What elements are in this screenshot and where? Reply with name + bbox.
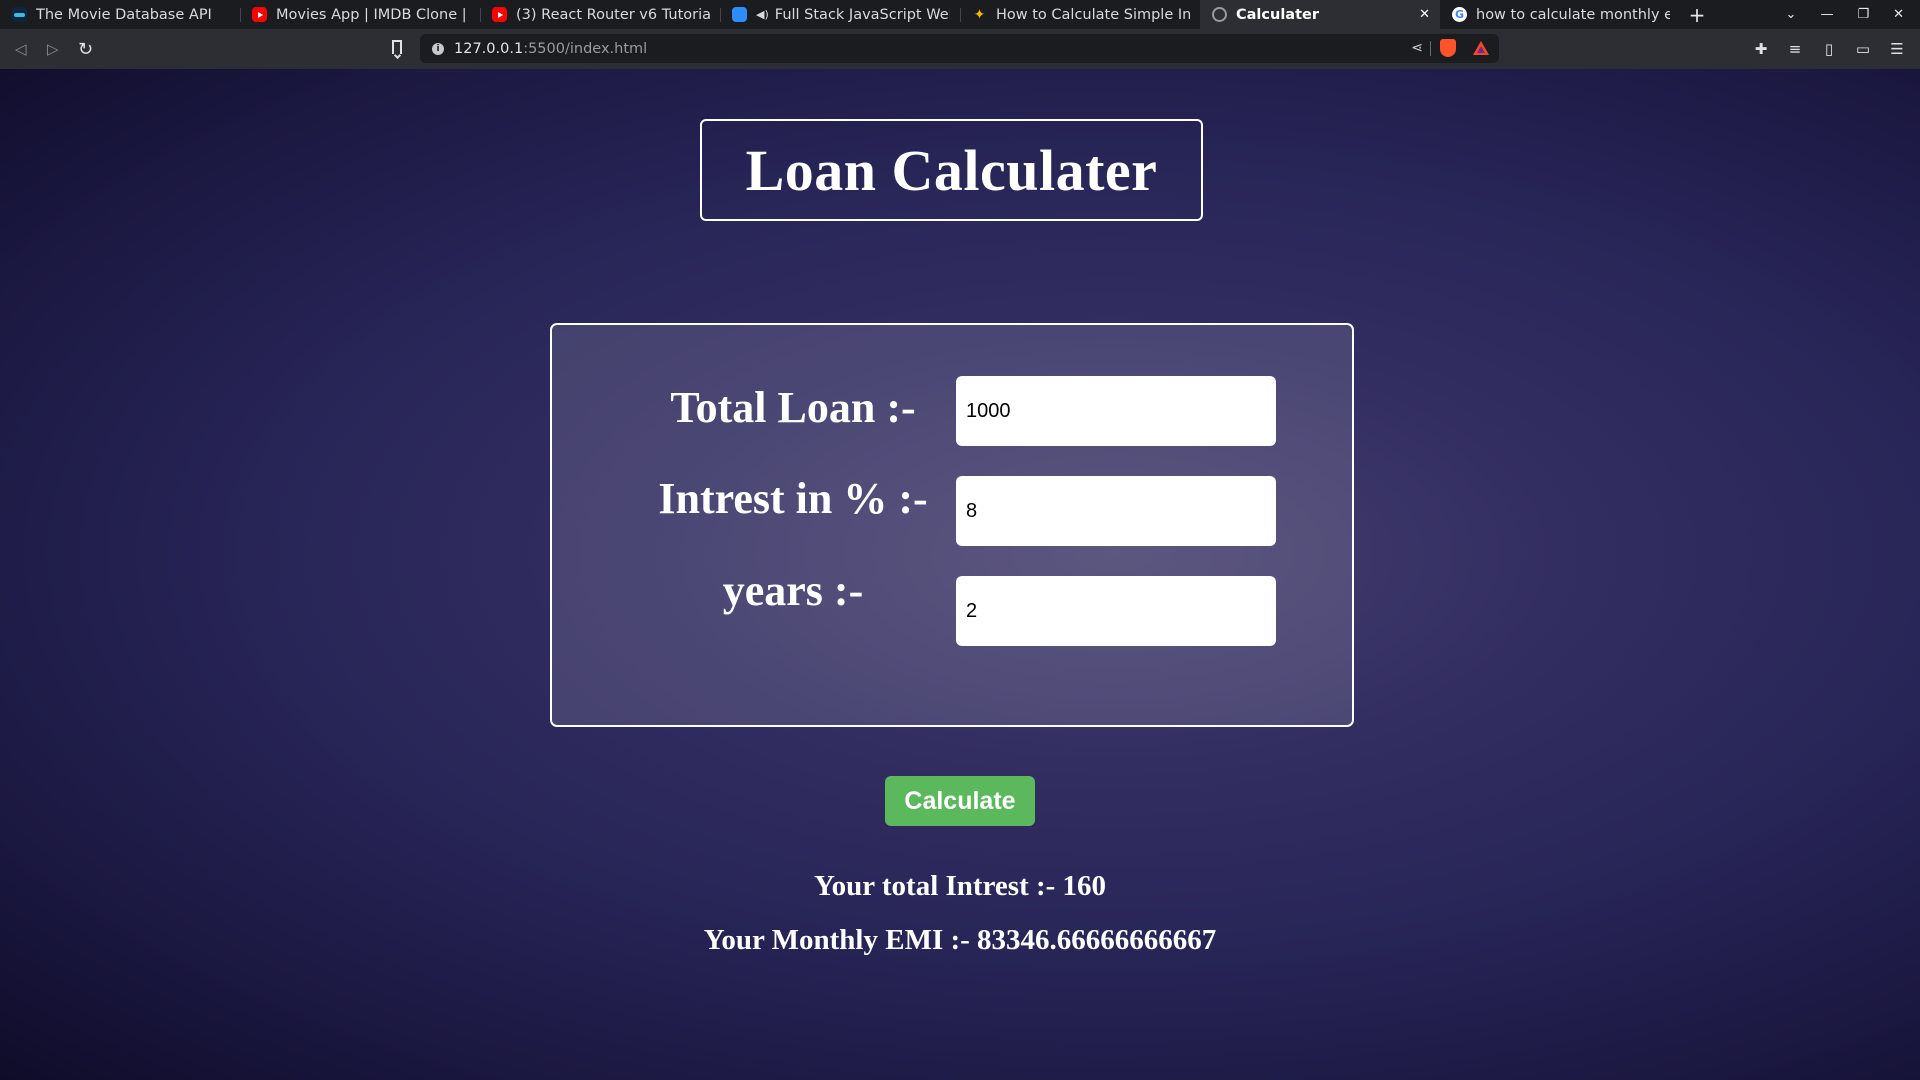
close-tab-icon[interactable]: ✕ [1419, 7, 1430, 22]
tab-title: Movies App | IMDB Clone | React [276, 6, 470, 23]
brave-rewards-icon[interactable] [1473, 41, 1489, 55]
years-label: years :- [722, 566, 864, 615]
tmdb-favicon-icon [12, 7, 27, 22]
youtube-favicon-icon [252, 7, 267, 22]
speaker-icon[interactable]: ◀) [756, 8, 769, 21]
tab-search-chevron-icon[interactable]: ⌄ [1786, 7, 1797, 22]
playlist-icon[interactable]: ≡ [1786, 40, 1804, 58]
reload-icon[interactable]: ↻ [78, 39, 93, 60]
loan-form: Total Loan :- Intrest in % :- years :- [550, 323, 1354, 727]
wallet-icon[interactable]: ▭ [1854, 40, 1872, 58]
tab-title: How to Calculate Simple Inter [996, 6, 1190, 23]
browser-toolbar: ◁ ▷ ↻ i 127.0.0.1:5500/index.html ⋖ ✚ ≡ … [0, 29, 1920, 69]
tab-calculater[interactable]: Calculater ✕ [1200, 0, 1440, 29]
toolbar-actions: ✚ ≡ ▯ ▭ ☰ [1752, 29, 1920, 69]
tab-react-router[interactable]: (3) React Router v6 Tutorial in [480, 0, 720, 29]
page-content: Loan Calculater Total Loan :- Intrest in… [0, 69, 1920, 1080]
new-tab-button[interactable]: + [1680, 0, 1714, 29]
spark-favicon-icon: ✦ [973, 6, 986, 23]
interest-input[interactable] [956, 476, 1276, 546]
url-text: 127.0.0.1:5500/index.html [454, 40, 648, 57]
calculate-button[interactable]: Calculate [885, 776, 1035, 826]
zoom-favicon-icon [732, 7, 747, 22]
years-input[interactable] [956, 576, 1276, 646]
tab-title: (3) React Router v6 Tutorial in [516, 6, 710, 23]
title-box: Loan Calculater [700, 119, 1203, 221]
browser-tab-strip: The Movie Database API Movies App | IMDB… [0, 0, 1920, 29]
window-controls: ⌄ — ❐ ✕ [1786, 0, 1920, 29]
site-info-icon[interactable]: i [432, 42, 444, 55]
extensions-icon[interactable]: ✚ [1752, 40, 1770, 58]
tab-simple-interest[interactable]: ✦ How to Calculate Simple Inter [960, 0, 1200, 29]
tab-title: Full Stack JavaScript Web D [774, 6, 950, 23]
total-loan-input[interactable] [956, 376, 1276, 446]
monthly-emi-result: Your Monthly EMI :- 83346.66666666667 [703, 924, 1217, 956]
sidebar-icon[interactable]: ▯ [1820, 40, 1838, 58]
interest-label: Intrest in % :- [658, 474, 928, 523]
address-bar[interactable]: i 127.0.0.1:5500/index.html ⋖ [420, 34, 1499, 63]
url-divider [1430, 41, 1431, 56]
tab-title: The Movie Database API [36, 6, 212, 23]
youtube-favicon-icon [492, 7, 507, 22]
total-loan-label: Total Loan :- [670, 383, 916, 432]
back-icon[interactable]: ◁ [15, 40, 27, 58]
total-interest-result: Your total Intrest :- 160 [813, 870, 1107, 902]
google-favicon-icon: G [1452, 7, 1467, 22]
tab-movie-database-api[interactable]: The Movie Database API [0, 0, 240, 29]
minimize-icon[interactable]: — [1820, 7, 1833, 22]
tab-full-stack-js[interactable]: ◀) Full Stack JavaScript Web D [720, 0, 960, 29]
tab-title: how to calculate monthly emi [1476, 6, 1670, 23]
page-title: Loan Calculater [745, 137, 1158, 203]
restore-icon[interactable]: ❐ [1857, 7, 1869, 22]
close-window-icon[interactable]: ✕ [1893, 7, 1904, 22]
brave-shields-icon[interactable] [1440, 39, 1456, 57]
tab-title: Calculater [1236, 6, 1319, 23]
tab-movies-app[interactable]: Movies App | IMDB Clone | React [240, 0, 480, 29]
bookmark-icon[interactable] [392, 40, 402, 54]
share-icon[interactable]: ⋖ [1411, 40, 1423, 56]
forward-icon[interactable]: ▷ [47, 40, 59, 58]
menu-icon[interactable]: ☰ [1888, 40, 1906, 58]
globe-favicon-icon [1212, 7, 1227, 22]
tab-monthly-emi[interactable]: G how to calculate monthly emi [1440, 0, 1680, 29]
